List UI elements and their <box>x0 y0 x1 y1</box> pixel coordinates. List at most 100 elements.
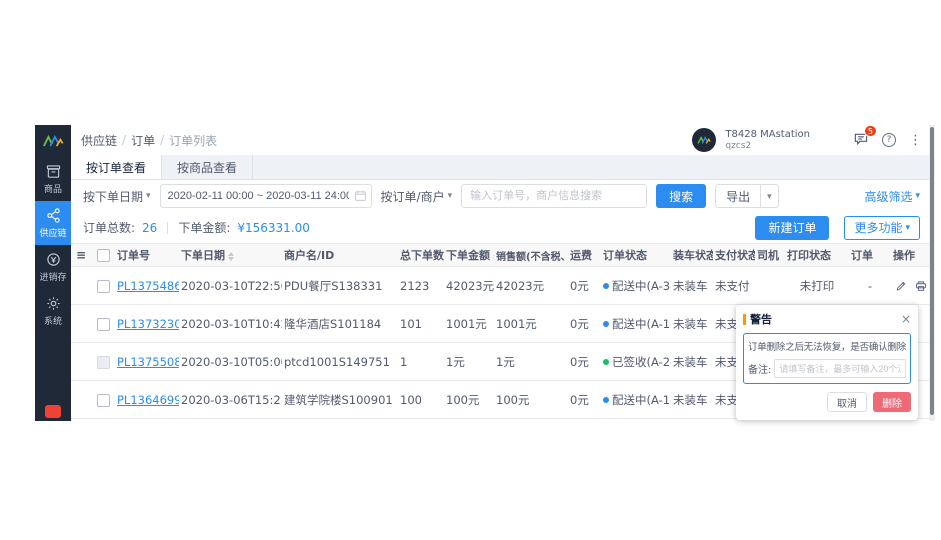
order-freight: 0元 <box>568 305 601 343</box>
more-functions-label: 更多功能 <box>854 219 902 236</box>
scrollbar-thumb[interactable] <box>930 127 934 415</box>
chevron-down-icon: ▾ <box>905 222 910 233</box>
summary-bar: 订单总数: 26 下单金额: ¥156331.00 新建订单 更多功能 ▾ <box>71 212 932 243</box>
load-status: 未装车 <box>671 343 713 381</box>
order-extra: - <box>849 267 891 305</box>
col-merchant: 商户名/ID <box>282 244 398 267</box>
edit-icon[interactable] <box>895 280 907 292</box>
tab-by-order[interactable]: 按订单查看 <box>71 155 162 179</box>
status-dot <box>603 321 609 327</box>
sidebar-item-goods[interactable]: 商品 <box>35 157 71 201</box>
breadcrumb-supply-chain[interactable]: 供应链 <box>81 132 117 149</box>
order-link[interactable]: PL13755084 <box>117 355 179 369</box>
date-range-input[interactable] <box>160 184 372 208</box>
col-actions: 操作 <box>891 244 932 267</box>
col-qty[interactable]: 总下单数 <box>398 244 444 267</box>
gear-icon <box>46 296 61 311</box>
col-driver: 司机 <box>755 244 785 267</box>
order-freight: 0元 <box>568 381 601 419</box>
tab-by-product[interactable]: 按商品查看 <box>162 155 253 179</box>
advanced-filter-label: 高级筛选 <box>864 188 912 205</box>
delete-button[interactable]: 删除 <box>873 392 911 412</box>
popover-footer: 取消 删除 <box>743 392 911 412</box>
col-amount[interactable]: 下单金额 <box>444 244 494 267</box>
order-link[interactable]: PL13646991 <box>117 393 179 407</box>
date-range-picker[interactable] <box>160 184 372 208</box>
sidebar-item-label: 进销存 <box>39 270 66 283</box>
col-order-no: 订单号 <box>115 244 179 267</box>
help-button[interactable]: ? <box>882 133 896 147</box>
delete-confirm-popover: 警告 × 订单删除之后无法恢复，是否确认删除？ 备注: 取消 删除 <box>736 305 918 420</box>
status-text: 配送中(A-3-1) <box>612 279 671 293</box>
order-qty: 100 <box>398 381 444 419</box>
order-sales: 42023元 <box>494 267 568 305</box>
cancel-button[interactable]: 取消 <box>827 392 867 412</box>
col-print-status: 打印状态 <box>785 244 849 267</box>
search-button[interactable]: 搜索 <box>656 184 706 208</box>
select-all-checkbox[interactable] <box>97 249 110 262</box>
order-status: 配送中(A-3-1) <box>601 267 671 305</box>
order-freight: 0元 <box>568 343 601 381</box>
order-status: 已签收(A-2-1) <box>601 343 671 381</box>
export-dropdown-button[interactable]: ▾ <box>761 184 779 208</box>
sidebar-item-supply-chain[interactable]: 供应链 <box>35 201 71 245</box>
search-type-select[interactable]: 按订单/商户 ▾ <box>381 188 453 205</box>
order-amount: 1001元 <box>444 305 494 343</box>
remark-input[interactable] <box>774 359 906 378</box>
col-pay-status: 支付状态 <box>713 244 755 267</box>
status-dot <box>603 283 609 289</box>
date-type-select[interactable]: 按下单日期 ▾ <box>83 188 151 205</box>
popover-body: 订单删除之后无法恢复，是否确认删除？ 备注: <box>743 333 911 384</box>
order-amount: 42023元 <box>444 267 494 305</box>
top-bar: 供应链 / 订单 / 订单列表 T8428 MAstation qzcs2 <box>71 125 932 155</box>
merchant-name: PDU餐厅S138331 <box>282 267 398 305</box>
box-icon <box>46 164 61 179</box>
order-link[interactable]: PL13754860 <box>117 279 179 293</box>
print-icon[interactable] <box>915 280 927 292</box>
avatar[interactable] <box>692 128 716 152</box>
search-field <box>461 184 647 208</box>
sort-icon <box>493 252 494 261</box>
row-checkbox[interactable] <box>97 318 110 331</box>
actions-cell <box>891 267 932 305</box>
driver <box>755 267 785 305</box>
message-button[interactable]: 5 <box>853 131 869 150</box>
advanced-filter-link[interactable]: 高级筛选 ▾ <box>864 188 920 205</box>
export-button-group: 导出 ▾ <box>715 184 779 208</box>
new-order-button[interactable]: 新建订单 <box>755 216 829 240</box>
pay-status: 未支付 <box>713 267 755 305</box>
merchant-name: 建筑学院楼S100901 <box>282 381 398 419</box>
status-text: 配送中(A-1-1) <box>612 317 671 331</box>
order-date: 2020-03-06T15:21:42 <box>179 381 282 419</box>
col-order2: 订单 <box>849 244 891 267</box>
col-freight: 运费 <box>568 244 601 267</box>
order-link[interactable]: PL13732306 <box>117 317 179 331</box>
order-status: 配送中(A-1-1) <box>601 305 671 343</box>
breadcrumb-orders[interactable]: 订单 <box>131 132 155 149</box>
order-amount: 1元 <box>444 343 494 381</box>
status-text: 配送中(A-1-1) <box>612 393 671 407</box>
popover-title: 警告 <box>750 311 772 327</box>
more-functions-button[interactable]: 更多功能 ▾ <box>844 216 920 240</box>
user-name: T8428 MAstation <box>725 129 810 141</box>
col-date[interactable]: 下单日期 <box>179 244 282 267</box>
user-zone: T8428 MAstation qzcs2 5 ? ⋮ <box>692 128 922 152</box>
export-button[interactable]: 导出 <box>715 184 761 208</box>
close-icon[interactable]: × <box>901 313 911 325</box>
chevron-down-icon: ▾ <box>448 191 453 201</box>
remark-row: 备注: <box>748 359 906 378</box>
sidebar-item-label: 供应链 <box>39 226 66 239</box>
sort-icon <box>228 252 234 261</box>
order-qty: 2123 <box>398 267 444 305</box>
row-checkbox[interactable] <box>97 280 110 293</box>
remark-label: 备注: <box>748 361 771 376</box>
sidebar-item-inventory[interactable]: 进销存 <box>35 245 71 289</box>
more-button[interactable]: ⋮ <box>909 133 922 148</box>
sidebar-item-system[interactable]: 系统 <box>35 289 71 333</box>
table-header-row: ≡ 订单号 下单日期 商户名/ID 总下单数 下单金额 销售额(不含税、运) 运… <box>71 244 932 267</box>
merchant-name: ptcd1001S149751 <box>282 343 398 381</box>
row-checkbox[interactable] <box>97 394 110 407</box>
sidebar-alert-badge[interactable] <box>45 405 61 418</box>
search-input[interactable] <box>461 184 647 208</box>
sidebar: 商品 供应链 进销存 <box>35 125 71 421</box>
